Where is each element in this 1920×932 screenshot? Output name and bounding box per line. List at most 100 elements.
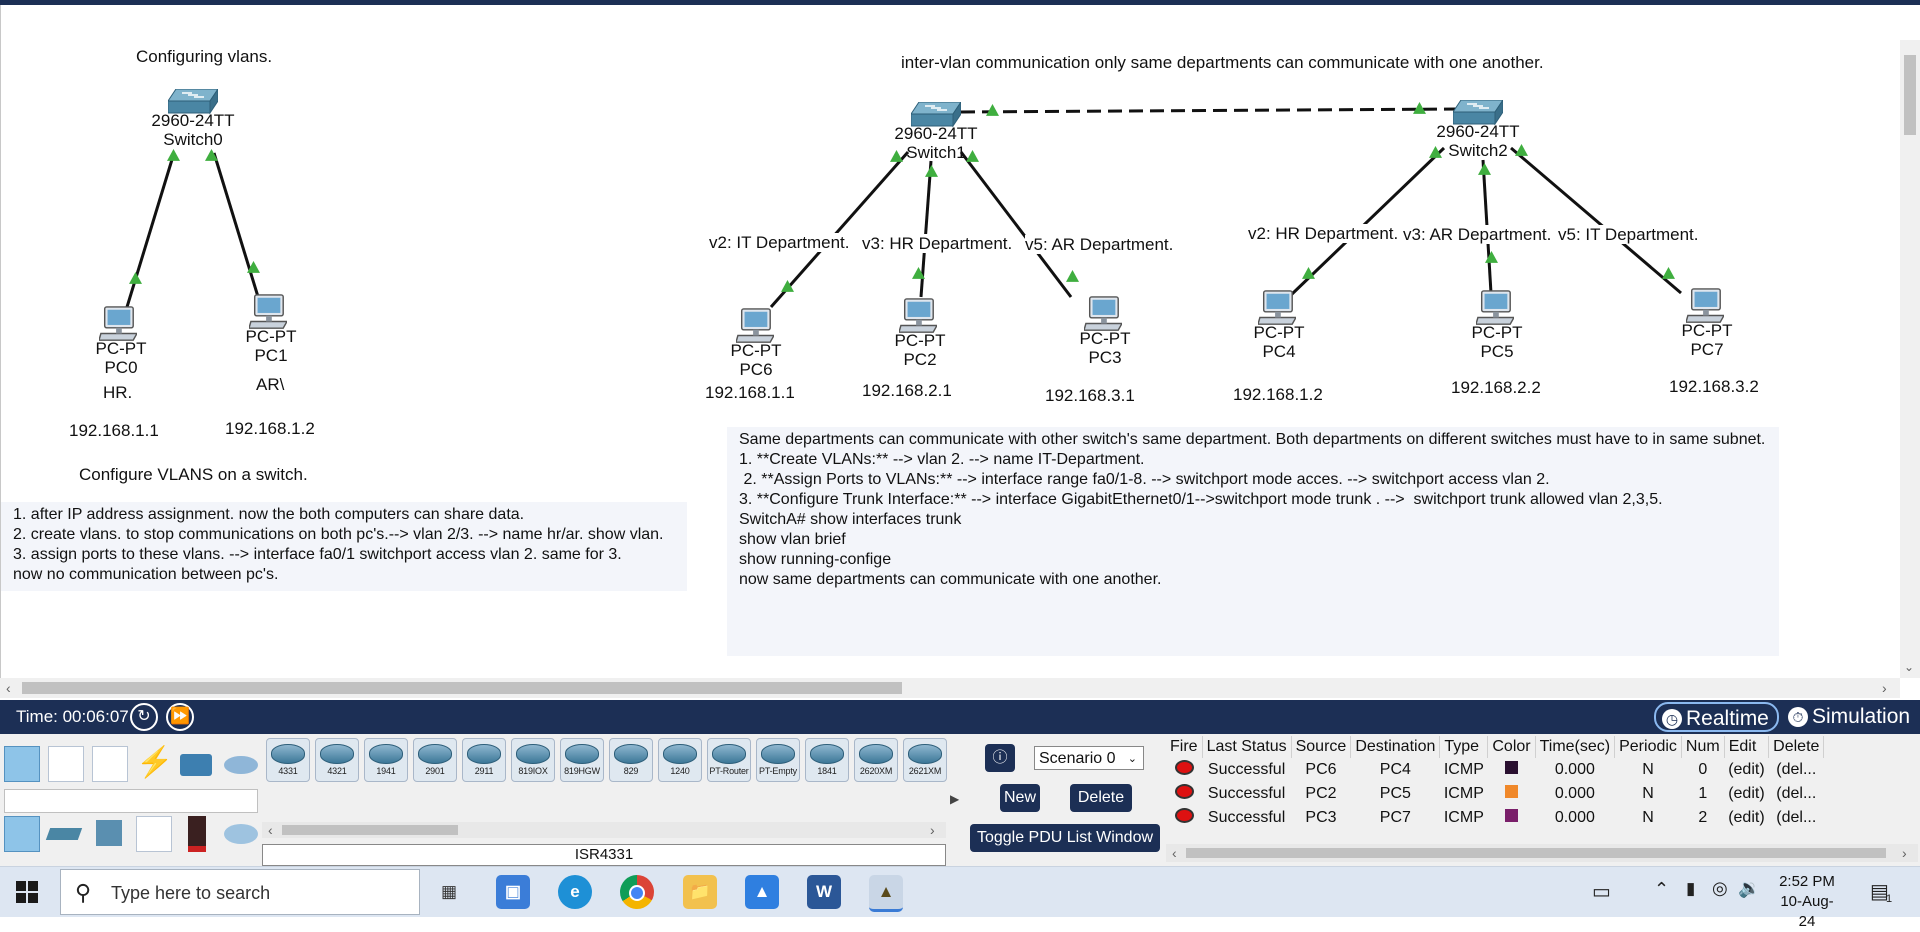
delete-link[interactable]: (del... (1769, 758, 1824, 782)
miscellaneous-category-icon[interactable] (180, 746, 216, 782)
device-4321[interactable]: 4321 (315, 738, 359, 782)
store-icon[interactable]: ▣ (496, 875, 530, 909)
device-1941[interactable]: 1941 (364, 738, 408, 782)
task-view-icon[interactable]: ▦ (432, 875, 466, 909)
scroll-left-icon[interactable]: ‹ (6, 680, 11, 696)
pc0-ip: 192.168.1.1 (69, 421, 159, 440)
delete-link[interactable]: (del... (1769, 782, 1824, 806)
device-2621xm[interactable]: 2621XM (903, 738, 947, 782)
system-clock[interactable]: 2:52 PM 10-Aug-24 (1772, 872, 1842, 932)
logical-workspace[interactable]: Configuring vlans. inter-vlan communicat… (0, 5, 1903, 678)
delete-link[interactable]: (del... (1769, 806, 1824, 830)
volume-icon[interactable]: 🔉 (1738, 878, 1760, 899)
new-pdu-button[interactable]: New (1000, 784, 1040, 812)
realtime-mode-button[interactable]: ◷ Realtime (1654, 702, 1779, 732)
fire-icon[interactable] (1174, 784, 1194, 799)
scroll-right-icon[interactable]: › (1882, 680, 1887, 696)
device-2901[interactable]: 2901 (413, 738, 457, 782)
wireless-subcategory-icon[interactable] (136, 816, 172, 852)
delete-pdu-button[interactable]: Delete (1070, 784, 1132, 812)
file-explorer-icon[interactable]: 📁 (683, 875, 717, 909)
scroll-thumb[interactable] (1186, 848, 1886, 858)
note-line: 2. **Assign Ports to VLANs:** --> interf… (739, 471, 1550, 488)
fire-icon[interactable] (1174, 760, 1194, 775)
collapse-panel-icon[interactable]: ▶ (950, 792, 959, 806)
device-819hgw[interactable]: 819HGW (560, 738, 604, 782)
scroll-left-icon[interactable]: ‹ (1172, 845, 1177, 861)
device-4331[interactable]: 4331 (266, 738, 310, 782)
edit-link[interactable]: (edit) (1724, 758, 1768, 782)
simulation-mode-button[interactable]: ⏱ Simulation (1782, 702, 1910, 732)
device-2911[interactable]: 2911 (462, 738, 506, 782)
network-devices-category-icon[interactable] (4, 746, 40, 782)
scroll-thumb[interactable] (1904, 55, 1916, 135)
routers-subcategory-icon[interactable] (4, 816, 40, 852)
scroll-right-icon[interactable]: › (930, 822, 935, 838)
info-icon[interactable]: ⓘ (985, 744, 1015, 772)
input-indicator-icon[interactable]: ▭ (1592, 879, 1611, 904)
components-category-icon[interactable] (92, 746, 128, 782)
power-cycle-icon[interactable]: ↻ (130, 703, 158, 731)
switch0-icon[interactable] (168, 89, 218, 114)
device-1841[interactable]: 1841 (805, 738, 849, 782)
word-app-icon[interactable]: W (807, 875, 841, 909)
photos-app-icon[interactable]: ▲ (745, 875, 779, 909)
switch2-icon[interactable] (1453, 100, 1503, 125)
fast-forward-icon[interactable]: ⏩ (166, 703, 194, 731)
device-829[interactable]: 829 (609, 738, 653, 782)
edge-browser-icon[interactable]: e (558, 875, 592, 909)
device-search-field[interactable] (4, 789, 258, 813)
security-subcategory-icon[interactable] (180, 816, 216, 852)
pc2-icon[interactable] (899, 298, 937, 333)
packet-tracer-app-icon[interactable]: ▲ (869, 875, 903, 912)
right-note[interactable]: Same departments can communicate with ot… (727, 427, 1779, 656)
edit-link[interactable]: (edit) (1724, 782, 1768, 806)
switch1-icon[interactable] (911, 102, 961, 127)
scroll-right-icon[interactable]: › (1902, 845, 1907, 861)
table-row[interactable]: Successful PC3 PC7 ICMP 0.000 N 2 (edit)… (1166, 806, 1824, 830)
pc0-icon[interactable] (99, 306, 137, 341)
pc1-icon[interactable] (249, 294, 287, 329)
toggle-pdu-list-button[interactable]: Toggle PDU List Window (970, 824, 1160, 852)
selected-device-label: ISR4331 (262, 844, 946, 866)
scroll-left-icon[interactable]: ‹ (268, 822, 273, 838)
fire-icon[interactable] (1174, 808, 1194, 823)
pdu-list-scrollbar[interactable]: ‹ › (1166, 844, 1918, 862)
pc5-label: PC-PT PC5 (1459, 323, 1535, 361)
device-list-scrollbar[interactable]: ‹ › (262, 822, 946, 838)
workspace-horizontal-scrollbar[interactable]: ‹ › (0, 678, 1900, 698)
device-pt-router[interactable]: PT-Router (707, 738, 751, 782)
edit-link[interactable]: (edit) (1724, 806, 1768, 830)
network-globe-icon[interactable]: ◎ (1712, 878, 1728, 899)
note-line: 3. assign ports to these vlans. --> inte… (13, 546, 622, 563)
chrome-browser-icon[interactable] (620, 875, 654, 909)
end-devices-category-icon[interactable] (48, 746, 84, 782)
switches-subcategory-icon[interactable] (45, 816, 84, 852)
pc6-icon[interactable] (736, 308, 774, 343)
show-hidden-icons-chevron-icon[interactable]: ⌃ (1654, 879, 1669, 900)
chevron-down-icon: ⌄ (1127, 753, 1137, 765)
scenario-select[interactable]: Scenario 0 ⌄ (1034, 746, 1144, 770)
scroll-thumb[interactable] (282, 825, 458, 835)
pc4-icon[interactable] (1258, 290, 1296, 325)
scroll-thumb[interactable] (22, 682, 902, 694)
device-819iox[interactable]: 819IOX (511, 738, 555, 782)
device-pt-empty[interactable]: PT-Empty (756, 738, 800, 782)
windows-start-icon[interactable] (16, 881, 38, 903)
pc7-icon[interactable] (1686, 288, 1724, 323)
scroll-down-icon[interactable]: ⌄ (1904, 660, 1914, 674)
multiuser-category-icon[interactable] (224, 746, 260, 782)
workspace-vertical-scrollbar[interactable]: ⌄ (1900, 40, 1920, 678)
battery-icon[interactable]: ▮ (1686, 879, 1695, 899)
device-2620xm[interactable]: 2620XM (854, 738, 898, 782)
table-row[interactable]: Successful PC6 PC4 ICMP 0.000 N 0 (edit)… (1166, 758, 1824, 782)
wan-emulation-subcategory-icon[interactable] (224, 816, 260, 852)
left-note[interactable]: 1. after IP address assignment. now the … (1, 502, 687, 591)
hubs-subcategory-icon[interactable] (92, 816, 128, 852)
table-row[interactable]: Successful PC2 PC5 ICMP 0.000 N 1 (edit)… (1166, 782, 1824, 806)
connections-category-icon[interactable]: ⚡ (136, 746, 173, 782)
device-1240[interactable]: 1240 (658, 738, 702, 782)
pc3-icon[interactable] (1084, 296, 1122, 331)
taskbar-search-box[interactable]: ⚲ Type here to search (60, 869, 420, 915)
pc5-icon[interactable] (1476, 290, 1514, 325)
